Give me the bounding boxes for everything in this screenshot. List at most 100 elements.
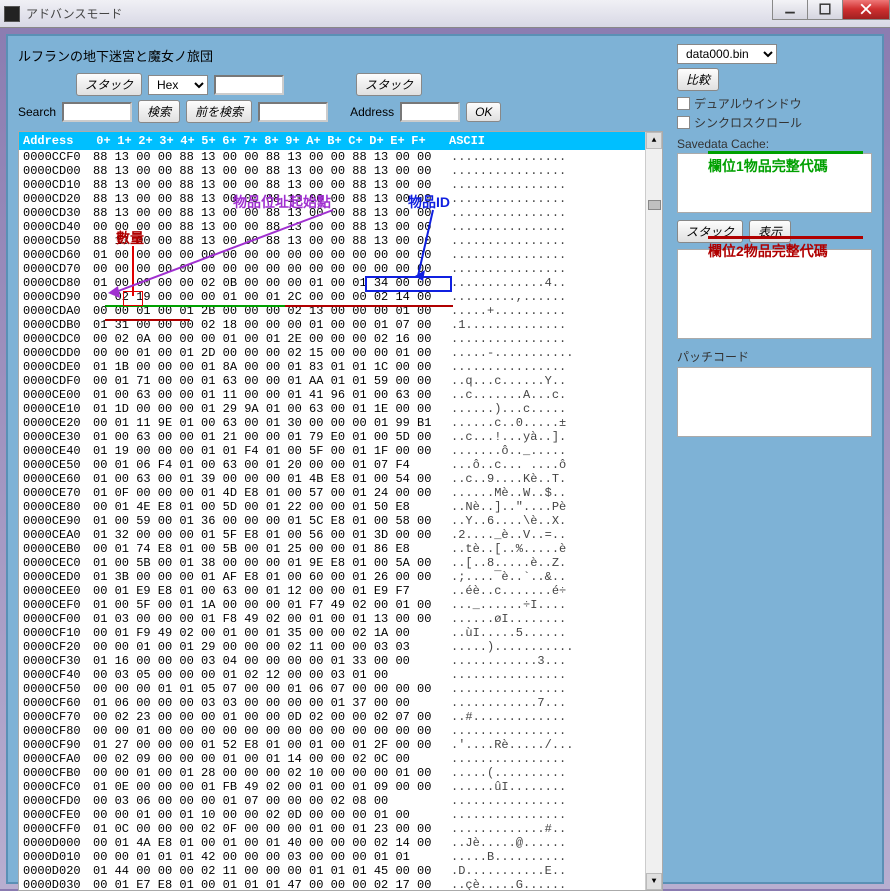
hex-rows[interactable]: 0000CCF088 13 00 00 88 13 00 00 88 13 00…: [19, 150, 662, 891]
scroll-up-arrow[interactable]: ▲: [646, 132, 662, 149]
hex-row[interactable]: 0000CF7000 02 23 00 00 00 01 00 00 0D 02…: [23, 710, 658, 724]
hex-bytes-cell[interactable]: 00 00 00 00 88 13 00 00 88 13 00 00 88 1…: [93, 220, 433, 234]
hex-row[interactable]: 0000CD0088 13 00 00 88 13 00 00 88 13 00…: [23, 164, 658, 178]
hex-row[interactable]: 0000D00000 01 4A E8 01 00 01 00 01 40 00…: [23, 836, 658, 850]
hex-row[interactable]: 0000D02001 44 00 00 00 02 11 00 00 00 01…: [23, 864, 658, 878]
hex-bytes-cell[interactable]: 00 00 01 01 01 42 00 00 00 03 00 00 00 0…: [93, 850, 433, 864]
hex-bytes-cell[interactable]: 01 1D 00 00 00 01 29 9A 01 00 63 00 01 1…: [93, 402, 433, 416]
right-stack-button[interactable]: スタック: [677, 220, 743, 243]
hex-row[interactable]: 0000CD1088 13 00 00 88 13 00 00 88 13 00…: [23, 178, 658, 192]
hex-bytes-cell[interactable]: 88 13 00 00 88 13 00 00 88 13 00 00 88 1…: [93, 206, 433, 220]
hex-bytes-cell[interactable]: 01 3B 00 00 00 01 AF E8 01 00 60 00 01 2…: [93, 570, 433, 584]
hex-bytes-cell[interactable]: 01 32 00 00 00 01 5F E8 01 00 56 00 01 3…: [93, 528, 433, 542]
close-button[interactable]: [842, 0, 890, 20]
minimize-button[interactable]: [772, 0, 808, 20]
hex-row[interactable]: 0000CEF001 00 5F 00 01 1A 00 00 00 01 F7…: [23, 598, 658, 612]
hex-row[interactable]: 0000CF4000 03 05 00 00 00 01 02 12 00 00…: [23, 668, 658, 682]
maximize-button[interactable]: [807, 0, 843, 20]
stack-button-1[interactable]: スタック: [76, 73, 142, 96]
hex-row[interactable]: 0000CFE000 00 01 00 01 10 00 00 02 0D 00…: [23, 808, 658, 822]
hex-row[interactable]: 0000CEA001 32 00 00 00 01 5F E8 01 00 56…: [23, 528, 658, 542]
hex-row[interactable]: 0000CEC001 00 5B 00 01 38 00 00 00 01 9E…: [23, 556, 658, 570]
hex-row[interactable]: 0000CF6001 06 00 00 00 03 03 00 00 00 00…: [23, 696, 658, 710]
hex-bytes-cell[interactable]: 01 00 5B 00 01 38 00 00 00 01 9E E8 01 0…: [93, 556, 433, 570]
hex-bytes-cell[interactable]: 88 13 00 00 88 13 00 00 88 13 00 00 88 1…: [93, 178, 433, 192]
hex-bytes-cell[interactable]: 00 01 71 00 00 01 63 00 00 01 AA 01 01 5…: [93, 374, 433, 388]
hex-row[interactable]: 0000CD9000 02 19 00 00 00 01 00 01 2C 00…: [23, 290, 658, 304]
hex-row[interactable]: 0000CEE000 01 E9 E8 01 00 63 00 01 12 00…: [23, 584, 658, 598]
hex-bytes-cell[interactable]: 00 01 74 E8 01 00 5B 00 01 25 00 00 01 8…: [93, 542, 433, 556]
search-button[interactable]: 検索: [138, 100, 180, 123]
hex-row[interactable]: 0000CF2000 00 01 00 01 29 00 00 00 02 11…: [23, 640, 658, 654]
hex-row[interactable]: 0000CF0001 03 00 00 00 01 F8 49 02 00 01…: [23, 612, 658, 626]
hex-bytes-cell[interactable]: 00 00 01 00 01 29 00 00 00 02 11 00 00 0…: [93, 640, 433, 654]
hex-row[interactable]: 0000CF1000 01 F9 49 02 00 01 00 01 35 00…: [23, 626, 658, 640]
hex-row[interactable]: 0000CE7001 0F 00 00 00 01 4D E8 01 00 57…: [23, 486, 658, 500]
search-prev-button[interactable]: 前を検索: [186, 100, 252, 123]
hex-bytes-cell[interactable]: 01 00 59 00 01 36 00 00 00 01 5C E8 01 0…: [93, 514, 433, 528]
cache-textarea[interactable]: [677, 249, 872, 339]
hex-row[interactable]: 0000CE5000 01 06 F4 01 00 63 00 01 20 00…: [23, 458, 658, 472]
hex-bytes-cell[interactable]: 01 00 63 00 01 39 00 00 00 01 4B E8 01 0…: [93, 472, 433, 486]
hex-bytes-cell[interactable]: 00 02 09 00 00 00 01 00 01 14 00 00 02 0…: [93, 752, 433, 766]
hex-row[interactable]: 0000CDD000 00 01 00 01 2D 00 00 00 02 15…: [23, 346, 658, 360]
hex-row[interactable]: 0000CE0001 00 63 00 00 01 11 00 00 01 41…: [23, 388, 658, 402]
hex-row[interactable]: 0000CE1001 1D 00 00 00 01 29 9A 01 00 63…: [23, 402, 658, 416]
hex-bytes-cell[interactable]: 01 0E 00 00 00 01 FB 49 02 00 01 00 01 0…: [93, 780, 433, 794]
hex-bytes-cell[interactable]: 00 00 00 01 01 05 07 00 00 01 06 07 00 0…: [93, 682, 433, 696]
hex-bytes-cell[interactable]: 00 03 06 00 00 00 01 07 00 00 00 02 08 0…: [93, 794, 433, 808]
hex-row[interactable]: 0000CE6001 00 63 00 01 39 00 00 00 01 4B…: [23, 472, 658, 486]
hex-bytes-cell[interactable]: 01 16 00 00 00 03 04 00 00 00 00 01 33 0…: [93, 654, 433, 668]
hex-bytes-cell[interactable]: 00 02 19 00 00 00 01 00 01 2C 00 00 00 0…: [93, 290, 433, 304]
hex-bytes-cell[interactable]: 00 01 E7 E8 01 00 01 01 01 47 00 00 00 0…: [93, 878, 433, 891]
stack-button-2[interactable]: スタック: [356, 73, 422, 96]
hex-row[interactable]: 0000CCF088 13 00 00 88 13 00 00 88 13 00…: [23, 150, 658, 164]
hex-bytes-cell[interactable]: 00 03 05 00 00 00 01 02 12 00 00 03 01 0…: [93, 668, 433, 682]
hex-bytes-cell[interactable]: 88 13 00 00 88 13 00 00 88 13 00 00 88 1…: [93, 164, 433, 178]
hex-bytes-cell[interactable]: 00 01 4A E8 01 00 01 00 01 40 00 00 00 0…: [93, 836, 433, 850]
scroll-down-arrow[interactable]: ▼: [646, 873, 662, 890]
hex-row[interactable]: 0000CD8001 00 00 00 00 02 0B 00 00 00 01…: [23, 276, 658, 290]
hex-row[interactable]: 0000CEB000 01 74 E8 01 00 5B 00 01 25 00…: [23, 542, 658, 556]
hex-row[interactable]: 0000D03000 01 E7 E8 01 00 01 01 01 47 00…: [23, 878, 658, 891]
vertical-scrollbar[interactable]: ▲ ▼: [645, 132, 662, 890]
hex-row[interactable]: 0000CF3001 16 00 00 00 03 04 00 00 00 00…: [23, 654, 658, 668]
toolbar-input-2[interactable]: [258, 102, 328, 122]
hex-bytes-cell[interactable]: 00 00 01 00 01 10 00 00 02 0D 00 00 00 0…: [93, 808, 433, 822]
hex-bytes-cell[interactable]: 88 13 00 00 88 13 00 00 88 13 00 00 88 1…: [93, 234, 433, 248]
hex-bytes-cell[interactable]: 88 13 00 00 88 13 00 00 88 13 00 00 88 1…: [93, 192, 433, 206]
hex-row[interactable]: 0000CDC000 02 0A 00 00 00 01 00 01 2E 00…: [23, 332, 658, 346]
address-input[interactable]: [400, 102, 460, 122]
hex-row[interactable]: 0000CDE001 1B 00 00 00 01 8A 00 00 01 83…: [23, 360, 658, 374]
hex-row[interactable]: 0000CFD000 03 06 00 00 00 01 07 00 00 00…: [23, 794, 658, 808]
hex-row[interactable]: 0000CED001 3B 00 00 00 01 AF E8 01 00 60…: [23, 570, 658, 584]
hex-bytes-cell[interactable]: 01 1B 00 00 00 01 8A 00 00 01 83 01 01 1…: [93, 360, 433, 374]
hex-bytes-cell[interactable]: 00 02 0A 00 00 00 01 00 01 2E 00 00 00 0…: [93, 332, 433, 346]
hex-bytes-cell[interactable]: 01 0C 00 00 00 02 0F 00 00 00 01 00 01 2…: [93, 822, 433, 836]
show-button[interactable]: 表示: [749, 220, 791, 243]
hex-bytes-cell[interactable]: 00 01 E9 E8 01 00 63 00 01 12 00 00 01 E…: [93, 584, 433, 598]
patch-textarea[interactable]: [677, 367, 872, 437]
hex-bytes-cell[interactable]: 00 02 23 00 00 00 01 00 00 0D 02 00 00 0…: [93, 710, 433, 724]
format-select[interactable]: Hex: [148, 75, 208, 95]
hex-bytes-cell[interactable]: 01 00 00 00 00 00 00 00 00 00 00 00 00 0…: [93, 248, 433, 262]
hex-row[interactable]: 0000CDB001 31 00 00 00 02 18 00 00 00 01…: [23, 318, 658, 332]
hex-bytes-cell[interactable]: 88 13 00 00 88 13 00 00 88 13 00 00 88 1…: [93, 150, 433, 164]
hex-bytes-cell[interactable]: 00 00 01 00 01 2B 00 00 00 02 13 00 00 0…: [93, 304, 433, 318]
search-input[interactable]: [62, 102, 132, 122]
hex-bytes-cell[interactable]: 01 19 00 00 00 01 01 F4 01 00 5F 00 01 1…: [93, 444, 433, 458]
hex-bytes-cell[interactable]: 01 00 5F 00 01 1A 00 00 00 01 F7 49 02 0…: [93, 598, 433, 612]
scroll-thumb[interactable]: [648, 200, 661, 210]
hex-row[interactable]: 0000CD5088 13 00 00 88 13 00 00 88 13 00…: [23, 234, 658, 248]
hex-bytes-cell[interactable]: 01 00 63 00 00 01 11 00 00 01 41 96 01 0…: [93, 388, 433, 402]
hex-row[interactable]: 0000CE9001 00 59 00 01 36 00 00 00 01 5C…: [23, 514, 658, 528]
hex-row[interactable]: 0000CF5000 00 00 01 01 05 07 00 00 01 06…: [23, 682, 658, 696]
hex-row[interactable]: 0000CFB000 00 01 00 01 28 00 00 00 02 10…: [23, 766, 658, 780]
hex-row[interactable]: 0000CF8000 00 01 00 00 00 00 00 00 00 00…: [23, 724, 658, 738]
sync-scroll-row[interactable]: シンクロスクロール: [677, 114, 872, 131]
hex-row[interactable]: 0000CFA000 02 09 00 00 00 01 00 01 14 00…: [23, 752, 658, 766]
hex-bytes-cell[interactable]: 01 27 00 00 00 01 52 E8 01 00 01 00 01 2…: [93, 738, 433, 752]
hex-row[interactable]: 0000CF9001 27 00 00 00 01 52 E8 01 00 01…: [23, 738, 658, 752]
hex-bytes-cell[interactable]: 00 00 01 00 00 00 00 00 00 00 00 00 00 0…: [93, 724, 433, 738]
hex-row[interactable]: 0000CD4000 00 00 00 88 13 00 00 88 13 00…: [23, 220, 658, 234]
